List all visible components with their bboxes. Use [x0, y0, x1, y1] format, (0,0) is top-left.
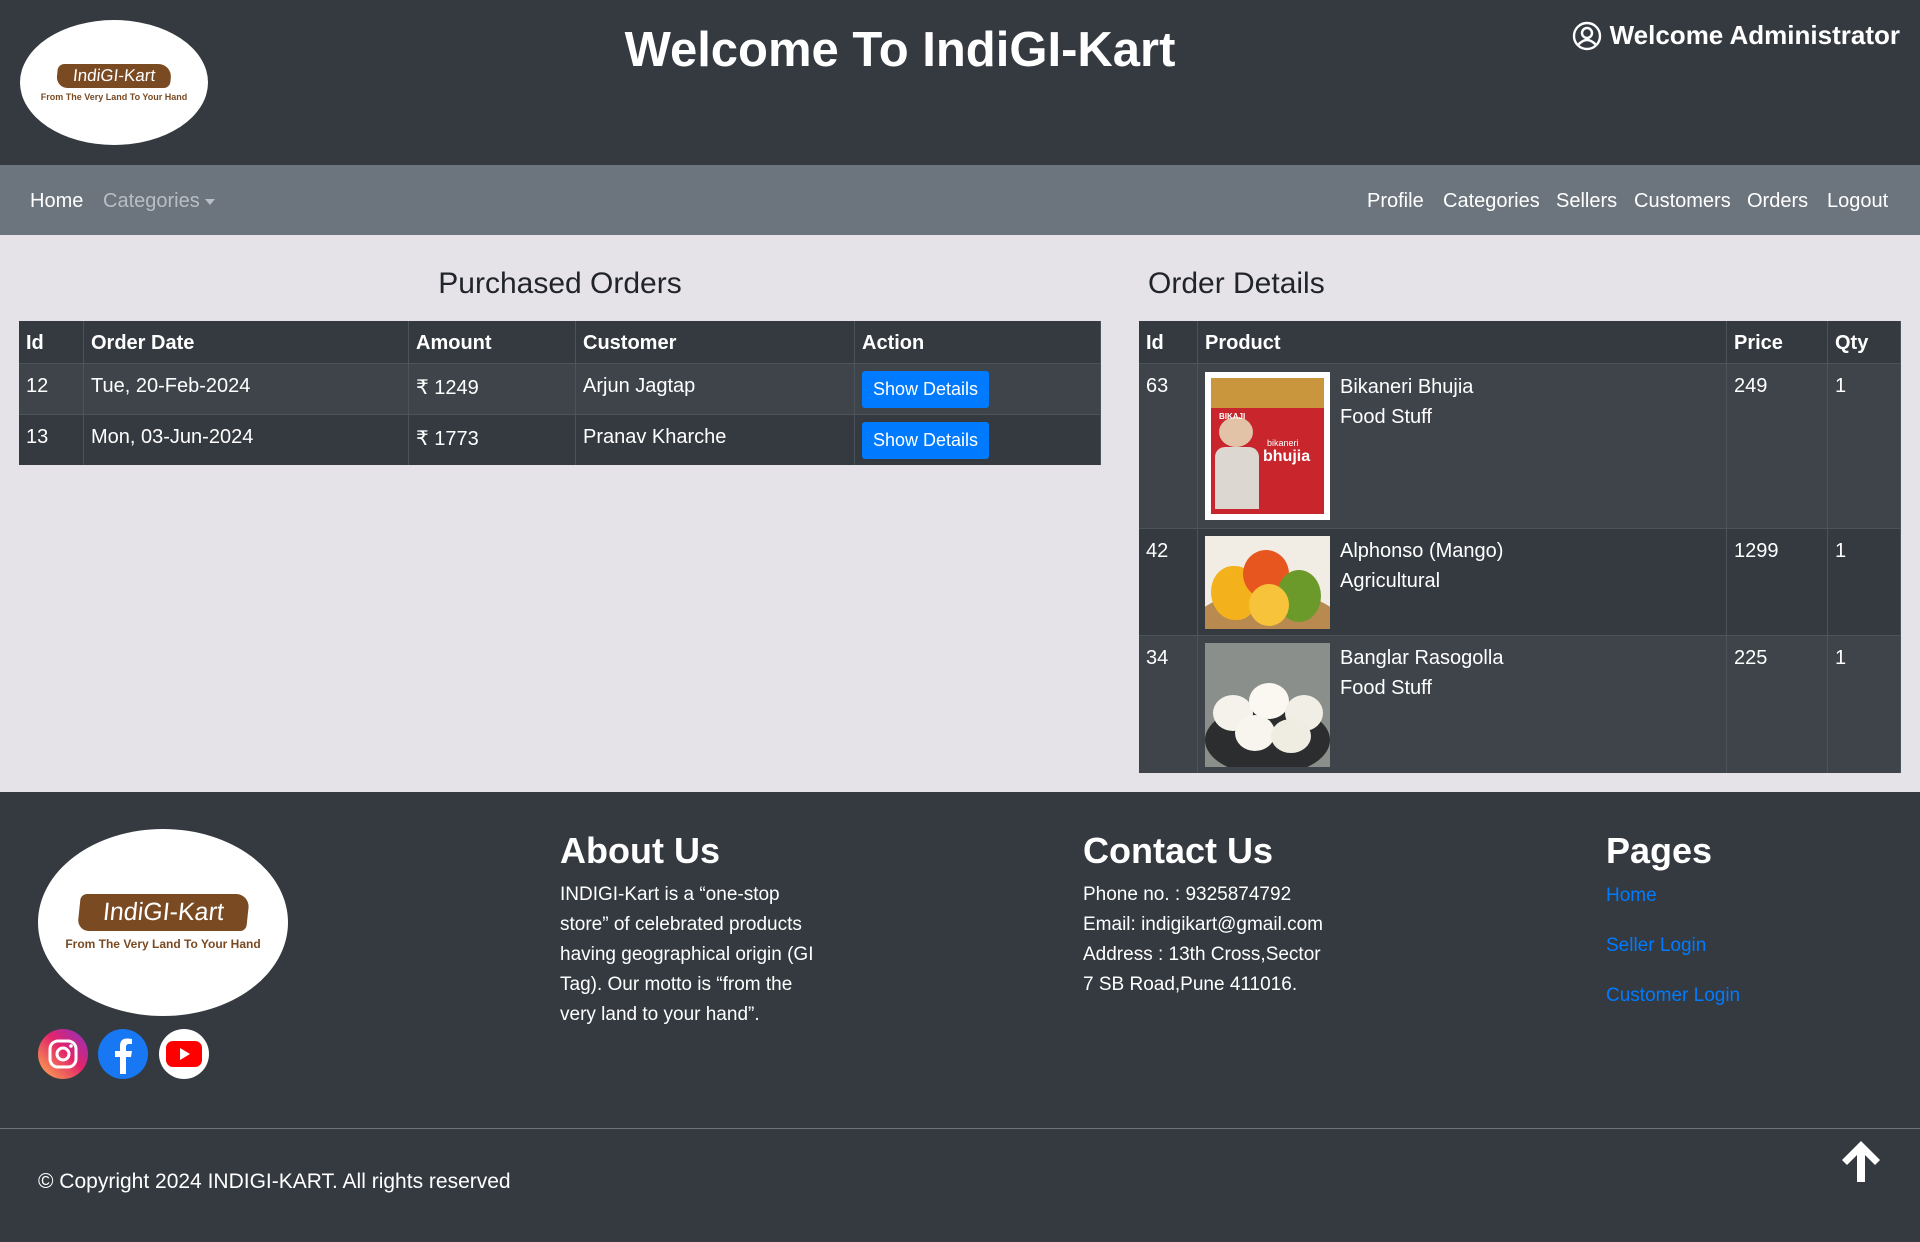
show-details-button[interactable]: Show Details	[862, 422, 990, 459]
col-order-date: Order Date	[83, 321, 409, 364]
footer-link-customer-login[interactable]: Customer Login	[1606, 985, 1740, 1007]
main-navbar: Home Categories Profile Categories Selle…	[0, 165, 1920, 235]
product-price: 249	[1726, 363, 1828, 529]
welcome-user: Welcome Administrator	[1572, 20, 1900, 51]
product-price: 225	[1726, 635, 1828, 773]
product-image-brand: BIKAJI	[1219, 412, 1246, 421]
table-row: 42 Alphonso (Mango) Agricultural 1299 1	[1139, 528, 1901, 636]
nav-logout[interactable]: Logout	[1827, 190, 1888, 213]
nav-orders[interactable]: Orders	[1747, 190, 1808, 213]
order-id: 13	[19, 414, 84, 465]
nav-customers[interactable]: Customers	[1634, 190, 1731, 213]
table-row: 12 Tue, 20-Feb-2024 ₹ 1249 Arjun Jagtap …	[19, 363, 1101, 415]
caret-down-icon	[204, 198, 215, 205]
product-image-rasogolla	[1205, 643, 1330, 767]
arrow-up-icon	[1842, 1141, 1880, 1182]
scroll-to-top-button[interactable]	[1838, 1138, 1884, 1184]
table-row: 34 Banglar Rasogolla Food Stuff 225 1	[1139, 635, 1901, 773]
table-header-row: Id Order Date Amount Customer Action	[19, 321, 1101, 364]
product-name: Alphonso (Mango)	[1340, 540, 1504, 562]
show-details-button[interactable]: Show Details	[862, 371, 990, 408]
footer-link-seller-login[interactable]: Seller Login	[1606, 935, 1706, 957]
product-image-main: bhujia	[1263, 448, 1311, 465]
instagram-glyph-icon	[48, 1039, 78, 1069]
product-cell: Banglar Rasogolla Food Stuff	[1197, 635, 1727, 773]
product-id: 42	[1139, 528, 1198, 636]
logo-tagline: From The Very Land To Your Hand	[40, 91, 188, 102]
nav-categories[interactable]: Categories	[1443, 190, 1540, 213]
order-amount: ₹ 1773	[408, 414, 576, 465]
col-action: Action	[854, 321, 1101, 364]
youtube-icon[interactable]	[159, 1029, 209, 1079]
product-image-mango	[1205, 536, 1330, 629]
youtube-glyph-icon	[166, 1041, 202, 1067]
product-id: 34	[1139, 635, 1198, 773]
user-circle-icon	[1572, 21, 1601, 50]
nav-profile[interactable]: Profile	[1367, 190, 1424, 213]
product-name: Bikaneri Bhujia	[1340, 376, 1474, 398]
table-row: 63 BIKAJI bikaneri bhujia Bikaneri Bhuji…	[1139, 363, 1901, 529]
footer-logo-wordmark: IndiGI-Kart	[76, 894, 250, 931]
nav-sellers[interactable]: Sellers	[1556, 190, 1617, 213]
order-id: 12	[19, 363, 84, 415]
product-id: 63	[1139, 363, 1198, 529]
product-category: Food Stuff	[1340, 677, 1432, 699]
col-id: Id	[19, 321, 84, 364]
product-image-bhujia: BIKAJI bikaneri bhujia	[1205, 372, 1330, 520]
table-row: 13 Mon, 03-Jun-2024 ₹ 1773 Pranav Kharch…	[19, 414, 1101, 465]
order-details-title: Order Details	[1148, 267, 1325, 300]
footer-logo[interactable]: IndiGI-Kart From The Very Land To Your H…	[38, 829, 288, 1016]
product-name: Banglar Rasogolla	[1340, 647, 1504, 669]
order-customer: Arjun Jagtap	[575, 363, 855, 415]
nav-categories-label: Categories	[103, 190, 200, 212]
welcome-text: Welcome Administrator	[1609, 20, 1900, 50]
product-qty: 1	[1827, 363, 1901, 529]
instagram-icon[interactable]	[38, 1029, 88, 1079]
product-category: Food Stuff	[1340, 406, 1432, 428]
nav-home[interactable]: Home	[30, 190, 83, 213]
footer-logo-tagline: From The Very Land To Your Hand	[65, 937, 261, 951]
order-amount: ₹ 1249	[408, 363, 576, 415]
copyright-text: © Copyright 2024 INDIGI-KART. All rights…	[38, 1170, 511, 1193]
purchased-orders-table: Id Order Date Amount Customer Action 12 …	[19, 321, 1101, 465]
table-header-row: Id Product Price Qty	[1139, 321, 1901, 364]
order-date: Mon, 03-Jun-2024	[83, 414, 409, 465]
order-customer: Pranav Kharche	[575, 414, 855, 465]
nav-categories-dropdown[interactable]: Categories	[103, 190, 215, 213]
product-cell: Alphonso (Mango) Agricultural	[1197, 528, 1727, 636]
facebook-glyph-icon	[115, 1038, 132, 1074]
page-title: Welcome To IndiGI-Kart	[624, 23, 1176, 77]
footer-link-home[interactable]: Home	[1606, 885, 1657, 907]
product-image-sub: bikaneri	[1267, 438, 1299, 448]
product-price: 1299	[1726, 528, 1828, 636]
col-customer: Customer	[575, 321, 855, 364]
col-price: Price	[1726, 321, 1828, 364]
order-details-table: Id Product Price Qty 63 BIKAJI bikaneri …	[1139, 321, 1901, 773]
col-qty: Qty	[1827, 321, 1901, 364]
order-date: Tue, 20-Feb-2024	[83, 363, 409, 415]
facebook-icon[interactable]	[98, 1029, 148, 1079]
col-amount: Amount	[408, 321, 576, 364]
col-id: Id	[1139, 321, 1198, 364]
order-action-cell: Show Details	[854, 363, 1101, 415]
footer-divider	[0, 1128, 1920, 1129]
product-cell: BIKAJI bikaneri bhujia Bikaneri Bhujia F…	[1197, 363, 1727, 529]
site-header: IndiGI-Kart From The Very Land To Your H…	[0, 0, 1920, 165]
product-category: Agricultural	[1340, 570, 1441, 592]
purchased-orders-title: Purchased Orders	[438, 267, 682, 300]
order-action-cell: Show Details	[854, 414, 1101, 465]
product-qty: 1	[1827, 635, 1901, 773]
col-product: Product	[1197, 321, 1727, 364]
product-qty: 1	[1827, 528, 1901, 636]
